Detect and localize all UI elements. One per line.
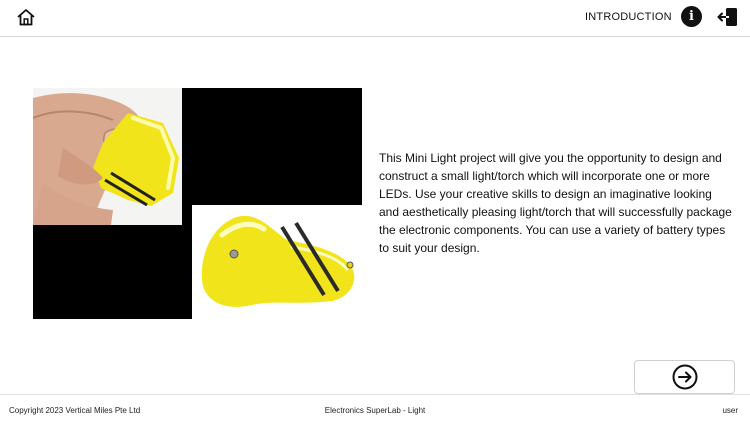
home-button[interactable] xyxy=(15,6,37,28)
hand-holding-torch-image xyxy=(33,88,182,225)
project-image-collage xyxy=(33,88,362,319)
next-button[interactable] xyxy=(634,360,735,394)
app-name: Electronics SuperLab - Light xyxy=(324,406,426,415)
exit-icon xyxy=(717,8,737,26)
project-description: This Mini Light project will give you th… xyxy=(379,151,732,255)
user-label: user xyxy=(722,406,738,415)
info-button[interactable]: i xyxy=(681,6,702,27)
home-icon xyxy=(17,9,35,26)
footer: Copyright 2023 Vertical Miles Pte Ltd El… xyxy=(0,394,750,422)
yellow-torch-closeup-image xyxy=(192,205,362,319)
exit-button[interactable] xyxy=(717,6,739,28)
info-icon: i xyxy=(689,9,694,24)
arrow-right-circle-icon xyxy=(672,364,697,390)
page-title: INTRODUCTION xyxy=(585,11,672,23)
top-bar: INTRODUCTION i xyxy=(0,0,750,37)
